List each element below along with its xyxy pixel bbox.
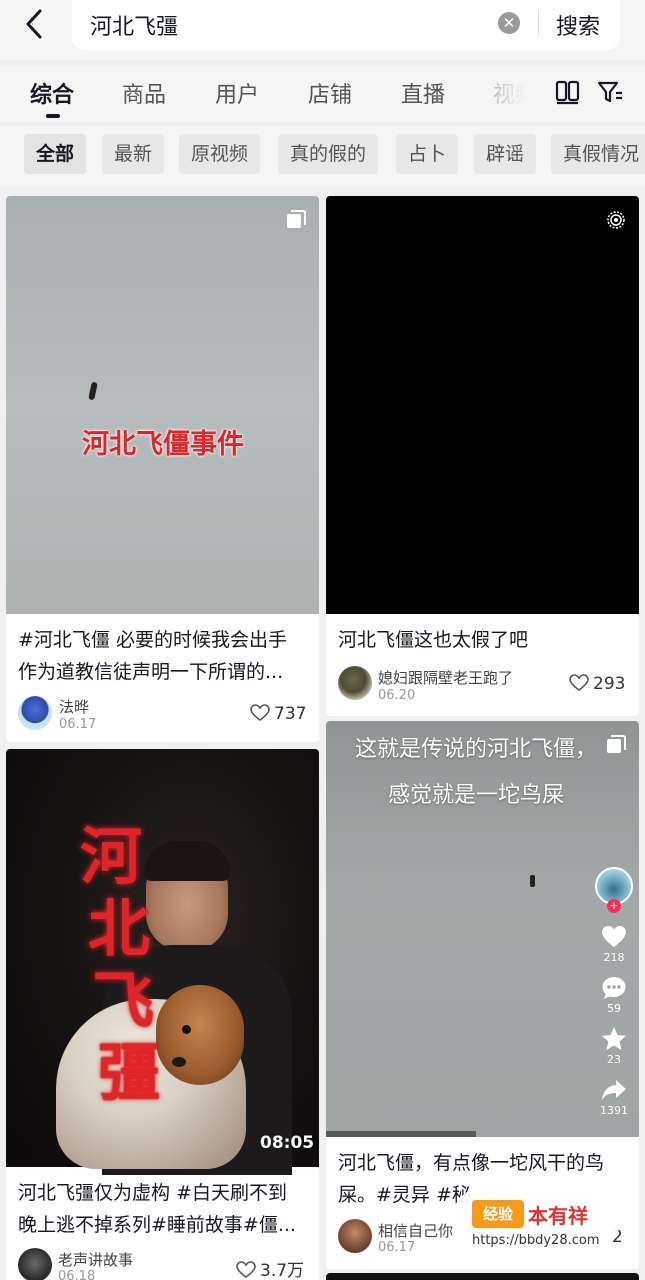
card-title: #河北飞僵 必要的时候我会出手 作为道教信徒声明一下所谓的...: [18, 629, 287, 683]
multi-image-icon: [287, 210, 306, 228]
post-date: 06.20: [378, 688, 416, 703]
heart-icon: [250, 704, 270, 721]
card-title: 河北飞彊仅为虚构 #白天刷不到 晚上逃不掉系列#睡前故事#僵...: [18, 1182, 296, 1236]
thumbnail-calligraphy: 河 北 飞 彊: [80, 821, 160, 1109]
chip-real-or-fake[interactable]: 真的假的: [278, 134, 379, 174]
heart-icon[interactable]: [600, 923, 628, 951]
chip-latest[interactable]: 最新: [102, 134, 165, 174]
author-name[interactable]: 法晔: [59, 696, 89, 717]
author-name[interactable]: 媳妇跟隔壁老王跑了: [378, 667, 513, 688]
top-bar: 河北飞彊 ✕ 搜索: [0, 0, 645, 60]
chip-debunk[interactable]: 辟谣: [474, 134, 537, 174]
like-count: 218: [603, 951, 625, 964]
site-watermark: 经验 本有祥 https://bbdy28.com: [452, 1186, 620, 1254]
star-icon[interactable]: [600, 1025, 628, 1053]
divider: [538, 10, 539, 36]
video-thumbnail: 河北飞僵事件: [6, 196, 319, 614]
comment-icon[interactable]: [600, 974, 628, 1002]
search-input[interactable]: 河北飞彊 ✕ 搜索: [72, 0, 620, 50]
next-card-peek: [326, 1273, 639, 1280]
tab-users[interactable]: 用户: [215, 77, 259, 109]
layout-toggle-button[interactable]: [554, 78, 582, 106]
dog-nose: [172, 1057, 186, 1067]
card-title: 河北飞僵这也太假了吧: [338, 629, 529, 651]
search-results-screen: { "search": {"query": "河北飞彊", "clear_lab…: [0, 0, 645, 1280]
tab-comprehensive[interactable]: 综合: [30, 77, 74, 109]
post-date: 06.17: [378, 1240, 416, 1255]
author-name[interactable]: 相信自己你: [378, 1220, 453, 1241]
calligraphy-char: 河: [80, 820, 143, 893]
tab-stores[interactable]: 店铺: [308, 77, 352, 109]
like-count[interactable]: 737: [250, 704, 306, 724]
chip-authenticity[interactable]: 真假情况: [551, 134, 645, 174]
avatar[interactable]: [18, 1248, 52, 1280]
filter-chips: 全部 最新 原视频 真的假的 占卜 辟谣 真假情况: [0, 126, 645, 186]
overlay-caption: 这就是传说的河北飞僵，感觉就是一坨鸟屎: [354, 737, 597, 808]
watermark-badge: 经验: [472, 1200, 524, 1228]
follow-plus-icon[interactable]: +: [607, 899, 621, 913]
like-count[interactable]: 3.7万: [236, 1256, 304, 1280]
favorite-count: 23: [607, 1053, 621, 1066]
dog-head: [156, 985, 244, 1085]
chevron-left-icon: [26, 9, 42, 39]
flying-object-speck: [88, 381, 98, 401]
comment-count: 59: [607, 1002, 621, 1015]
avatar[interactable]: [338, 666, 372, 700]
calligraphy-char: 彊: [98, 1036, 161, 1109]
filter-button[interactable]: [596, 78, 624, 106]
result-card[interactable]: 河 北 飞 彊 08:05 河北飞彊仅为虚构 #白天刷不到 晚上逃不掉系列#睡前…: [6, 749, 319, 1280]
live-photo-icon: [607, 211, 625, 229]
heart-icon: [236, 1261, 256, 1278]
dog-eye: [182, 1025, 191, 1034]
multi-image-icon: [607, 735, 626, 753]
calligraphy-char: 飞: [92, 964, 155, 1037]
result-card[interactable]: 河北飞僵事件 #河北飞僵 必要的时候我会出手 作为道教信徒声明一下所谓的... …: [6, 196, 319, 742]
progress-strip: [326, 1131, 476, 1137]
chip-original-video[interactable]: 原视频: [179, 134, 261, 174]
avatar[interactable]: [338, 1219, 372, 1253]
post-date: 06.18: [58, 1269, 96, 1280]
active-tab-indicator: [46, 114, 60, 118]
like-count-value: 293: [593, 674, 626, 694]
search-button[interactable]: 搜索: [556, 9, 600, 41]
tab-live[interactable]: 直播: [401, 77, 445, 109]
post-date: 06.17: [59, 717, 97, 732]
flying-object-speck: [530, 875, 535, 887]
video-duration: 08:05: [260, 1133, 315, 1153]
like-count[interactable]: 293: [569, 674, 625, 694]
heart-icon: [569, 674, 589, 691]
tab-fade: [470, 66, 550, 122]
filter-icon: [597, 81, 622, 103]
result-type-tabs: 综合 商品 用户 店铺 直播 视频: [0, 66, 645, 122]
author-name[interactable]: 老声讲故事: [58, 1249, 133, 1270]
clear-search-icon[interactable]: ✕: [498, 12, 520, 34]
chip-all[interactable]: 全部: [24, 134, 87, 174]
video-action-rail: + 218 59 23 1391: [593, 867, 635, 1117]
calligraphy-char: 北: [88, 892, 151, 965]
double-column-icon: [555, 80, 580, 105]
video-thumbnail: [326, 196, 639, 614]
thumbnail-overlay-text: 河北飞僵事件: [82, 429, 244, 460]
tab-products[interactable]: 商品: [122, 77, 166, 109]
back-button[interactable]: [18, 4, 54, 44]
result-card[interactable]: 河北飞僵这也太假了吧 媳妇跟隔壁老王跑了 06.20 293: [326, 196, 639, 716]
chip-divination[interactable]: 占卜: [396, 134, 459, 174]
video-thumbnail: 这就是传说的河北飞僵，感觉就是一坨鸟屎 + 218 59 23 1391: [326, 721, 639, 1137]
search-query-text: 河北飞彊: [90, 15, 179, 40]
like-count-value: 3.7万: [260, 1261, 305, 1280]
watermark-text: 本有祥: [528, 1204, 588, 1228]
watermark-url: https://bbdy28.com: [472, 1233, 600, 1248]
share-count: 1391: [600, 1104, 628, 1117]
avatar[interactable]: [18, 696, 52, 730]
like-count-value: 737: [274, 704, 307, 724]
video-thumbnail: 河 北 飞 彊 08:05: [6, 749, 319, 1175]
share-icon[interactable]: [600, 1076, 628, 1104]
